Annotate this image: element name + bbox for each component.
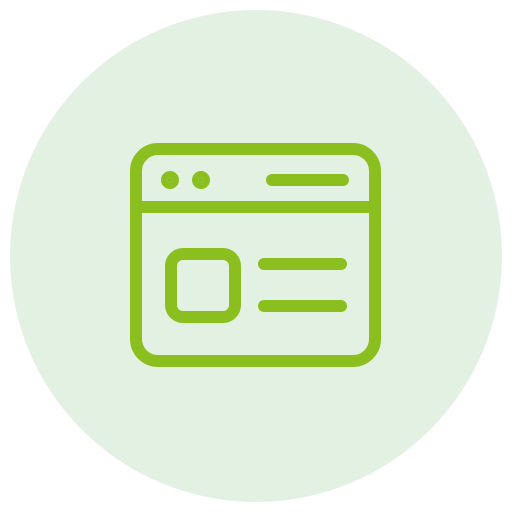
window-dot-1 — [161, 171, 179, 189]
browser-window-icon — [130, 143, 381, 367]
image-placeholder-square — [165, 248, 241, 323]
window-dot-2 — [192, 171, 210, 189]
icon-canvas — [0, 0, 512, 512]
